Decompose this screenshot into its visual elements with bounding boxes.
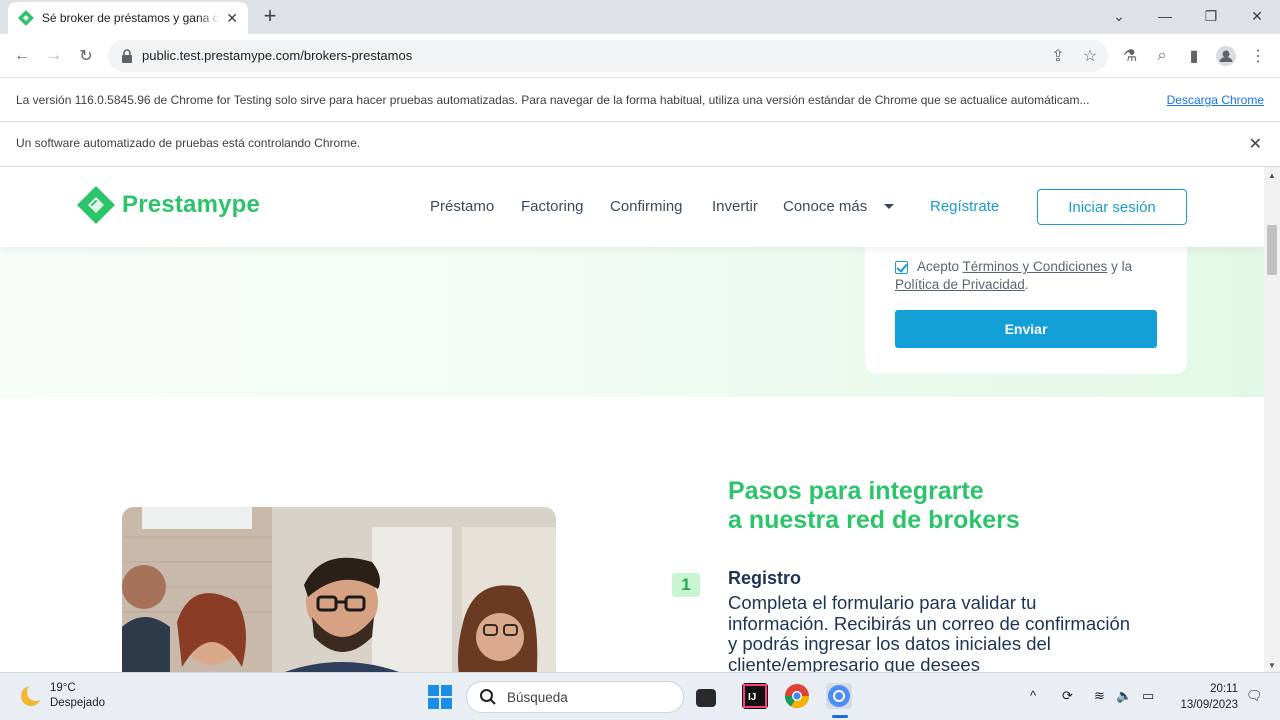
infobar-automation-text: Un software automatizado de pruebas está… [16, 136, 361, 150]
nav-invertir[interactable]: Invertir [712, 198, 758, 215]
steps-heading-line1: Pasos para integrarte [728, 477, 984, 505]
nav-factoring[interactable]: Factoring [521, 198, 584, 215]
terms-and-label: y la [1111, 259, 1133, 274]
battery-icon[interactable]: ▭ [1142, 688, 1154, 704]
chrome-testing-app-icon[interactable] [826, 683, 852, 709]
testing-version-infobar: La versión 116.0.5845.96 de Chrome for T… [0, 79, 1280, 122]
moon-icon [21, 685, 42, 706]
tray-overflow-icon[interactable]: ^ [1030, 688, 1036, 703]
step-description: Completa el formulario para validar tu i… [728, 592, 1131, 672]
close-infobar-icon[interactable]: ✕ [1249, 134, 1262, 154]
menu-kebab-icon[interactable]: ⋮ [1246, 44, 1270, 68]
reload-icon[interactable]: ↻ [74, 44, 98, 68]
tab-title: Sé broker de préstamos y gana c [41, 11, 219, 25]
svg-text:IJ: IJ [748, 692, 756, 703]
browser-toolbar: ← → ↻ public.test.prestamype.com/brokers… [0, 34, 1280, 78]
taskbar-search[interactable]: Búsqueda [466, 681, 684, 713]
scroll-down-icon[interactable]: ▼ [1268, 661, 1276, 670]
site-header: Prestamype Préstamo Factoring Confirming… [0, 167, 1264, 247]
sync-icon[interactable]: ⟳ [1062, 688, 1073, 704]
chevron-down-icon[interactable] [884, 204, 894, 209]
terminal-app-icon[interactable] [696, 689, 716, 707]
scrollbar-thumb[interactable] [1267, 225, 1277, 275]
close-tab-icon[interactable]: ✕ [226, 10, 238, 27]
login-button[interactable]: Iniciar sesión [1037, 189, 1187, 225]
url-text: public.test.prestamype.com/brokers-prest… [142, 48, 413, 63]
step-title: Registro [728, 568, 802, 588]
browser-tab[interactable]: Sé broker de préstamos y gana c ✕ [8, 2, 248, 34]
tab-strip: Sé broker de préstamos y gana c ✕ + ⌄ — … [0, 0, 1280, 34]
nav-confirming[interactable]: Confirming [610, 198, 683, 215]
download-chrome-link[interactable]: Descarga Chrome [1167, 93, 1264, 107]
zoom-icon[interactable]: ⌕ [1150, 44, 1174, 68]
temperature-text: 19°C [50, 682, 76, 694]
intellij-app-icon[interactable]: IJ [742, 683, 768, 709]
terms-accept-label: Acepto [917, 259, 960, 274]
side-panel-icon[interactable]: ▮ [1182, 44, 1206, 68]
submit-button[interactable]: Enviar [895, 310, 1157, 348]
bookmark-star-icon[interactable]: ☆ [1078, 44, 1102, 68]
wifi-icon[interactable]: ≋ [1094, 688, 1105, 704]
prestamype-logo[interactable]: Prestamype [76, 185, 260, 225]
register-link[interactable]: Regístrate [930, 198, 999, 215]
scroll-up-icon[interactable]: ▲ [1268, 171, 1276, 180]
lock-icon[interactable] [120, 48, 134, 64]
steps-heading: Pasos para integrarte a nuestra red de b… [728, 477, 1020, 535]
profile-avatar-icon[interactable] [1214, 44, 1238, 68]
share-icon[interactable]: ⇪ [1046, 44, 1070, 68]
chrome-app-icon[interactable] [784, 683, 810, 709]
minimize-button[interactable]: — [1142, 0, 1188, 32]
automation-infobar: Un software automatizado de pruebas está… [0, 122, 1280, 167]
prestamype-favicon-icon [18, 10, 34, 26]
new-tab-button[interactable]: + [258, 4, 282, 28]
weather-widget[interactable]: 19°C Despejado [20, 681, 105, 711]
forward-icon[interactable]: → [42, 44, 66, 68]
windows-taskbar: 19°C Despejado Búsqueda IJ ^ ⟳ ≋ 🔈 ▭ 20:… [0, 672, 1280, 720]
infobar-version-text: La versión 116.0.5845.96 de Chrome for T… [16, 93, 1090, 107]
nav-conoce-mas[interactable]: Conoce más [783, 198, 867, 215]
team-photo-illustration [122, 507, 556, 672]
privacy-link[interactable]: Política de Privacidad [895, 277, 1025, 292]
page-viewport: Acepto Términos y Condiciones y la Polít… [0, 167, 1264, 672]
terms-link[interactable]: Términos y Condiciones [963, 259, 1108, 274]
active-app-indicator [832, 715, 848, 718]
clock-time: 20:11 [1210, 683, 1238, 695]
notifications-icon[interactable]: 🗨 [1246, 688, 1263, 704]
weather-text: Despejado [50, 697, 105, 709]
nav-prestamo[interactable]: Préstamo [430, 198, 494, 215]
tab-search-icon[interactable]: ⌄ [1096, 0, 1142, 32]
search-placeholder: Búsqueda [507, 689, 568, 705]
back-icon[interactable]: ← [10, 44, 34, 68]
broker-form-card: Acepto Términos y Condiciones y la Polít… [865, 227, 1187, 374]
steps-heading-line2: a nuestra red de brokers [728, 506, 1020, 534]
logo-mark-icon [77, 186, 115, 224]
logo-text: Prestamype [122, 191, 261, 218]
terms-text: Acepto Términos y Condiciones y la Polít… [895, 258, 1165, 294]
terms-period: . [1024, 277, 1029, 292]
lab-icon[interactable]: ⚗ [1118, 44, 1142, 68]
address-bar[interactable]: public.test.prestamype.com/brokers-prest… [108, 40, 1108, 72]
clock-date: 13/09/2023 [1180, 699, 1238, 711]
close-window-button[interactable]: ✕ [1234, 0, 1280, 32]
brokers-team-photo [122, 507, 556, 672]
volume-icon[interactable]: 🔈 [1116, 688, 1132, 704]
system-clock[interactable]: 20:11 13/09/2023 [1172, 681, 1238, 713]
windows-start-icon[interactable] [428, 685, 452, 709]
step-number-badge: 1 [672, 573, 700, 597]
restore-button[interactable]: ❐ [1188, 0, 1234, 32]
search-icon [480, 689, 496, 705]
page-scrollbar[interactable]: ▲ ▼ [1264, 167, 1280, 672]
